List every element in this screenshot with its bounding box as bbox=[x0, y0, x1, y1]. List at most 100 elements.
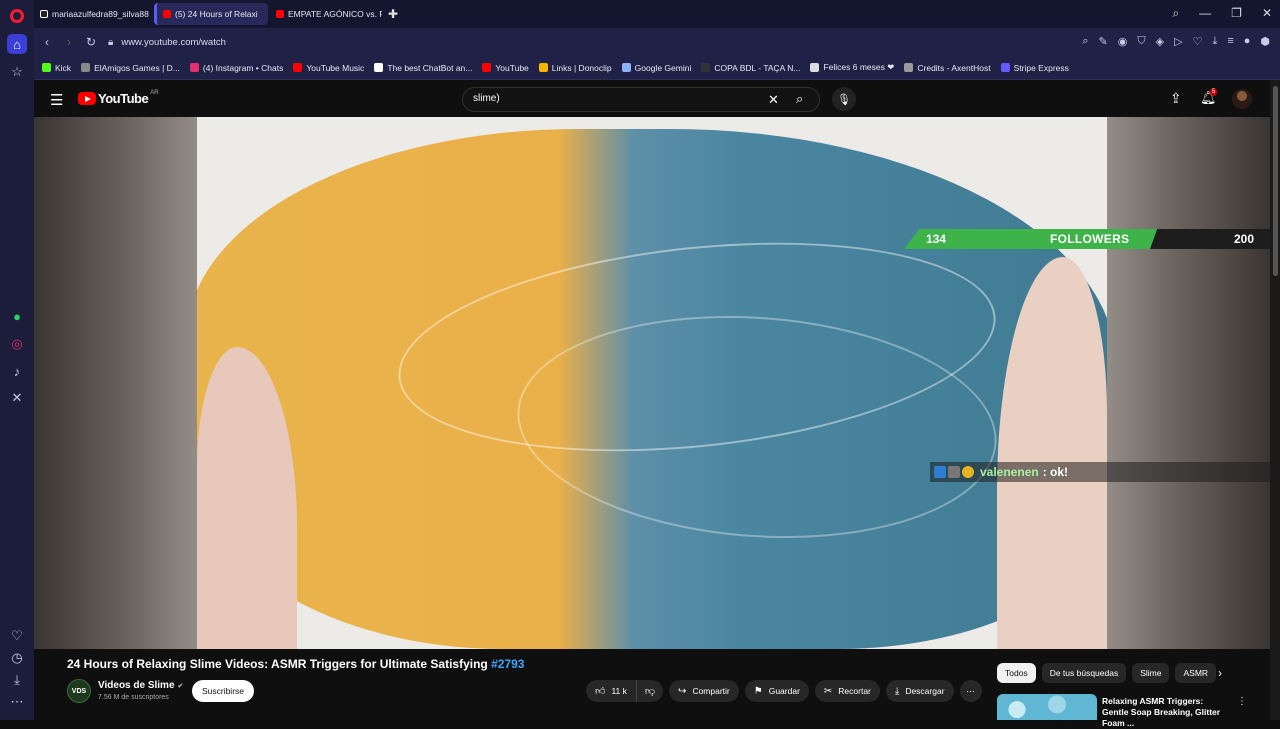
bookmark-item[interactable]: Credits - AxentHost bbox=[904, 63, 991, 73]
forward-arrow-icon[interactable]: › bbox=[58, 35, 80, 49]
heart-icon[interactable]: ♡ bbox=[1193, 35, 1203, 48]
bookmark-item[interactable]: Stripe Express bbox=[1000, 63, 1069, 73]
youtube-logo[interactable]: YouTube AR bbox=[78, 89, 159, 106]
history-clock-icon[interactable]: ◷ bbox=[7, 648, 27, 668]
bookmark-item[interactable]: YouTube bbox=[482, 63, 529, 73]
bookmark-item[interactable]: Google Gemini bbox=[621, 62, 692, 73]
zoom-icon[interactable]: ⌕ bbox=[1082, 35, 1088, 48]
channel-name-text[interactable]: Videos de Slime bbox=[98, 680, 175, 691]
hashtag-link[interactable]: #2793 bbox=[491, 657, 524, 671]
bookmark-item[interactable]: (4) Instagram • Chats bbox=[189, 63, 283, 73]
more-icon[interactable]: ⋯ bbox=[7, 692, 27, 712]
browser-tab-3[interactable]: EMPATE AGÓNICO vs. PIN bbox=[270, 3, 382, 25]
chat-username: valenenen bbox=[980, 465, 1039, 479]
microphone-icon[interactable]: 🎙︎ bbox=[832, 87, 856, 111]
bookmark-item[interactable]: YouTube Music bbox=[293, 63, 364, 73]
bookmark-item[interactable]: Kick bbox=[42, 63, 71, 73]
share-button[interactable]: ↪ Compartir bbox=[669, 680, 739, 702]
account-avatar[interactable] bbox=[1232, 89, 1252, 109]
recommended-title[interactable]: Relaxing ASMR Triggers: Gentle Soap Brea… bbox=[1102, 696, 1232, 729]
maximize-icon[interactable]: ❐ bbox=[1231, 6, 1242, 21]
new-tab-plus-icon[interactable]: ✚ bbox=[388, 7, 398, 21]
menu-icon[interactable]: ≡ bbox=[1227, 35, 1233, 48]
country-code: AR bbox=[150, 89, 159, 96]
chip-slime[interactable]: Slime bbox=[1132, 663, 1170, 683]
edit-icon[interactable]: ✎ bbox=[1099, 35, 1108, 48]
bookmark-label: ElAmigos Games | D... bbox=[94, 62, 180, 73]
clear-search-icon[interactable]: ✕ bbox=[768, 92, 779, 108]
back-arrow-icon[interactable]: ‹ bbox=[36, 35, 58, 49]
instagram-icon[interactable]: ◎ bbox=[7, 334, 27, 354]
home-icon[interactable]: ⌂ bbox=[7, 34, 27, 54]
coin-badge-icon bbox=[962, 466, 974, 478]
upload-icon[interactable]: ⇪ bbox=[1170, 90, 1182, 107]
vpn-icon[interactable]: ◈ bbox=[1156, 35, 1164, 48]
bookmark-item[interactable]: COPA BDL - TAÇA N... bbox=[701, 63, 800, 73]
dislike-button[interactable]: 👎︎ bbox=[636, 680, 664, 702]
hamburger-menu-icon[interactable]: ☰ bbox=[50, 91, 63, 109]
bookmark-label: YouTube Music bbox=[306, 62, 365, 73]
video-player[interactable]: 134 FOLLOWERS 200 valenenen : ok! bbox=[34, 117, 1270, 649]
search-icon[interactable]: ⌕ bbox=[796, 91, 803, 107]
bookmark-favicon-icon bbox=[621, 63, 631, 72]
bookmark-item[interactable]: The best ChatBot an... bbox=[374, 63, 472, 73]
bookmark-label: COPA BDL - TAÇA N... bbox=[714, 62, 801, 73]
bookmark-label: Google Gemini bbox=[634, 62, 692, 73]
save-button[interactable]: ⚑ Guardar bbox=[744, 680, 809, 702]
chat-badge-icon bbox=[934, 466, 946, 478]
followers-label: FOLLOWERS bbox=[1050, 232, 1130, 246]
bookmark-item[interactable]: ElAmigos Games | D... bbox=[81, 63, 180, 73]
extensions-icon[interactable]: ⬢ bbox=[1260, 35, 1270, 48]
like-button[interactable]: 👍︎ 11 k bbox=[586, 680, 637, 702]
recommended-video[interactable]: Relaxing ASMR Triggers: Gentle Soap Brea… bbox=[997, 694, 1270, 728]
play-icon[interactable]: ▷ bbox=[1174, 35, 1182, 48]
download-icon[interactable]: ⤓ bbox=[1212, 35, 1217, 48]
reload-icon[interactable]: ↻ bbox=[80, 35, 102, 49]
youtube-header: ☰ YouTube AR ✕ ⌕ 🎙︎ ⇪ 🔔︎ 5 bbox=[34, 80, 1270, 117]
chip-todos[interactable]: Todos bbox=[997, 663, 1036, 683]
chevron-right-icon[interactable]: › bbox=[1218, 666, 1222, 680]
search-input[interactable] bbox=[473, 93, 753, 104]
chat-message-overlay: valenenen : ok! bbox=[930, 462, 1270, 482]
recommended-thumbnail[interactable] bbox=[997, 694, 1097, 720]
chip-de-tus-busquedas[interactable]: De tus búsquedas bbox=[1041, 663, 1127, 683]
share-icon: ↪ bbox=[678, 685, 687, 697]
browser-tab-2[interactable]: (5) 24 Hours of Relaxi bbox=[154, 3, 268, 25]
clip-button[interactable]: ✂ Recortar bbox=[814, 680, 880, 702]
url-field[interactable]: www.youtube.com/watch bbox=[121, 37, 226, 48]
chip-asmr[interactable]: ASMR bbox=[1175, 663, 1217, 683]
more-actions-button[interactable]: ⋯ bbox=[959, 680, 982, 702]
minimize-icon[interactable]: — bbox=[1199, 6, 1211, 21]
save-label: Guardar bbox=[768, 686, 800, 696]
tab-strip: mariaazulfedra89_silva88 (5) 24 Hours of… bbox=[34, 0, 1280, 28]
shield-icon[interactable]: ⛉ bbox=[1137, 35, 1145, 48]
more-vertical-icon[interactable]: ⋮ bbox=[1237, 696, 1247, 707]
channel-avatar[interactable]: VDS bbox=[67, 679, 91, 703]
bookmark-favicon-icon bbox=[904, 63, 914, 72]
close-window-icon[interactable]: ✕ bbox=[1262, 6, 1272, 21]
camera-icon[interactable]: ◉ bbox=[1118, 35, 1128, 48]
bookmark-item[interactable]: Links | Donoclip bbox=[538, 63, 612, 73]
tiktok-icon[interactable]: ♪ bbox=[7, 361, 27, 381]
profile-icon[interactable]: ● bbox=[1244, 35, 1251, 48]
scrollbar-thumb[interactable] bbox=[1273, 86, 1278, 276]
whatsapp-icon[interactable]: ● bbox=[7, 306, 27, 326]
bookmarks-star-icon[interactable]: ☆ bbox=[7, 62, 27, 82]
clip-label: Recortar bbox=[838, 686, 871, 696]
bookmark-favicon-icon bbox=[374, 63, 384, 72]
downloads-icon[interactable]: ⤓ bbox=[7, 670, 27, 690]
search-tabs-icon[interactable]: ⌕ bbox=[1172, 6, 1179, 21]
download-button[interactable]: ⤓ Descargar bbox=[885, 680, 954, 702]
tab-title: (5) 24 Hours of Relaxi bbox=[175, 9, 258, 19]
bookmark-item[interactable]: Felices 6 meses ❤ bbox=[810, 62, 894, 73]
heart-icon[interactable]: ♡ bbox=[7, 626, 27, 646]
video-frame[interactable] bbox=[197, 117, 1107, 649]
like-count: 11 k bbox=[611, 686, 627, 696]
chat-text: : ok! bbox=[1042, 465, 1069, 479]
followers-count: 134 bbox=[926, 232, 947, 246]
opera-logo-icon[interactable] bbox=[10, 9, 24, 23]
subscribe-button[interactable]: Suscribirse bbox=[192, 680, 254, 702]
browser-tab-1[interactable]: mariaazulfedra89_silva88 bbox=[34, 3, 150, 25]
x-twitter-icon[interactable]: ✕ bbox=[7, 388, 27, 408]
channel-name[interactable]: Videos de Slime ✔ bbox=[98, 680, 183, 691]
